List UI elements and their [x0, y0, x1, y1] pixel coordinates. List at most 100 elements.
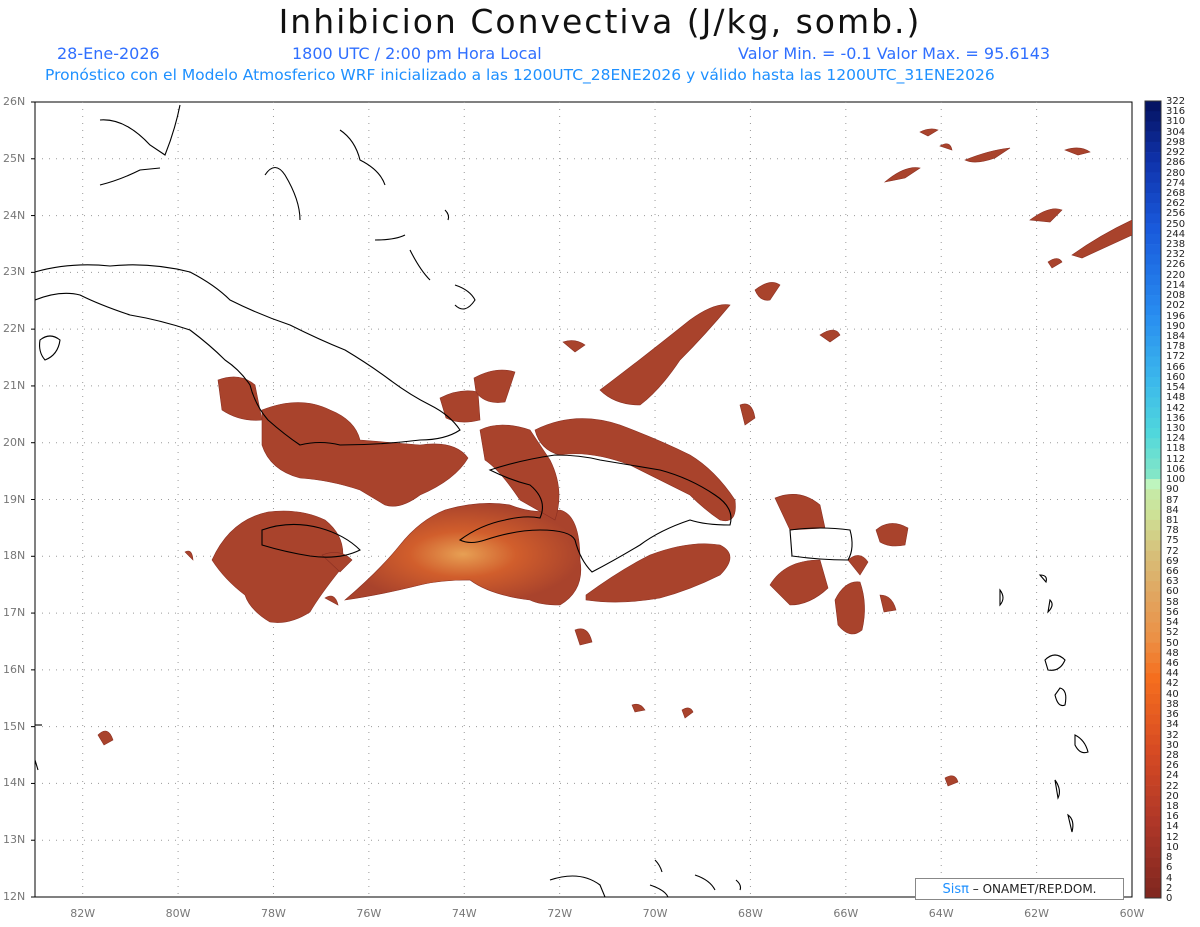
cin-shading — [97, 128, 1132, 787]
colorbar-segment — [1145, 448, 1161, 459]
credit-box: Sisπ – ONAMET/REP.DOM. — [915, 878, 1124, 900]
colorbar-segment — [1145, 867, 1161, 878]
credit-brand: Sisπ — [942, 882, 969, 897]
lat-label: 20N — [3, 435, 26, 449]
colorbar-segment — [1145, 775, 1161, 786]
forecast-map — [31, 100, 1162, 899]
colorbar-segment — [1145, 714, 1161, 725]
colorbar-segment — [1145, 683, 1161, 694]
colorbar-segment — [1145, 417, 1161, 429]
lon-label: 62W — [1024, 907, 1050, 920]
colorbar-segment — [1145, 806, 1161, 817]
lat-label: 24N — [3, 208, 26, 222]
colorbar-segment — [1145, 407, 1161, 419]
colorbar-label: 75 — [1166, 535, 1179, 547]
colorbar-segment — [1145, 203, 1161, 214]
colorbar-segment — [1145, 438, 1161, 449]
lon-label: 74W — [451, 907, 477, 920]
colorbar-segment — [1145, 550, 1161, 562]
lat-label: 23N — [3, 265, 26, 279]
lat-label: 21N — [3, 378, 26, 392]
colorbar-segment — [1145, 887, 1161, 899]
colorbar-label: 24 — [1166, 770, 1179, 782]
colorbar-segment — [1145, 131, 1161, 143]
colorbar-segment — [1145, 387, 1161, 398]
lon-label: 76W — [356, 907, 382, 920]
colorbar-segment — [1145, 315, 1161, 327]
colorbar-label: 6 — [1166, 862, 1173, 874]
colorbar-segment — [1145, 458, 1161, 470]
colorbar-segment — [1145, 703, 1161, 715]
lat-label: 25N — [3, 151, 26, 165]
colorbar-segment — [1145, 571, 1161, 582]
colorbar-label: 148 — [1166, 392, 1186, 404]
colorbar-segment — [1145, 622, 1161, 633]
credit-text: – ONAMET/REP.DOM. — [972, 882, 1097, 896]
colorbar-segment — [1145, 254, 1161, 265]
colorbar-segment — [1145, 152, 1161, 163]
lat-label: 14N — [3, 776, 26, 790]
colorbar-segment — [1145, 162, 1161, 173]
colorbar-segment — [1145, 846, 1161, 858]
colorbar-segment — [1145, 356, 1161, 367]
colorbar-segment — [1145, 795, 1161, 807]
colorbar-segment — [1145, 346, 1161, 357]
colorbar-segment — [1145, 754, 1161, 766]
lon-label: 68W — [737, 907, 763, 920]
colorbar-label: 286 — [1166, 157, 1186, 169]
colorbar-segment — [1145, 264, 1161, 276]
colorbar-segment — [1145, 673, 1161, 684]
colorbar-label: 118 — [1166, 443, 1186, 455]
colorbar-label: 90 — [1166, 484, 1179, 496]
colorbar-segment — [1145, 499, 1161, 511]
colorbar-segment — [1145, 836, 1161, 848]
colorbar-segment — [1145, 111, 1161, 122]
colorbar-segment — [1145, 601, 1161, 613]
colorbar-segment — [1145, 724, 1161, 735]
lon-label: 80W — [165, 907, 191, 920]
colorbar-segment — [1145, 213, 1161, 224]
lat-label: 17N — [3, 606, 26, 620]
lon-label: 66W — [833, 907, 859, 920]
lat-label: 15N — [3, 719, 26, 733]
colorbar-label: 172 — [1166, 351, 1186, 363]
lon-label: 72W — [547, 907, 573, 920]
colorbar-segment — [1145, 581, 1161, 592]
lat-lon-grid — [31, 101, 1132, 898]
colorbar-segment — [1145, 826, 1161, 837]
map-title: Inhibicion Convectiva (J/kg, somb.) — [278, 2, 922, 41]
colorbar-segment — [1145, 530, 1161, 541]
colorbar-label: 32 — [1166, 729, 1179, 741]
colorbar-segment — [1145, 693, 1161, 705]
colorbar-segment — [1145, 611, 1161, 623]
colorbar-segment — [1145, 295, 1161, 306]
coastlines — [35, 104, 1089, 897]
colorbar-segment — [1145, 662, 1161, 674]
colorbar-segment — [1145, 816, 1161, 827]
colorbar-segment — [1145, 172, 1161, 184]
colorbar-segment — [1145, 560, 1161, 572]
colorbar — [1144, 100, 1162, 899]
colorbar-segment — [1145, 141, 1161, 153]
colorbar-label: 202 — [1166, 300, 1186, 312]
colorbar-segment — [1145, 744, 1161, 756]
colorbar-label: 226 — [1166, 259, 1186, 271]
colorbar-segment — [1145, 305, 1161, 316]
lat-label: 22N — [3, 322, 26, 336]
colorbar-segment — [1145, 274, 1161, 286]
colorbar-segment — [1145, 785, 1161, 797]
lat-label: 26N — [3, 95, 26, 108]
lat-label: 16N — [3, 662, 26, 676]
model-info: Pronóstico con el Modelo Atmosferico WRF… — [45, 66, 995, 84]
colorbar-segment — [1145, 284, 1161, 296]
colorbar-segment — [1145, 397, 1161, 408]
lat-label: 13N — [3, 833, 26, 847]
lat-label: 12N — [3, 890, 26, 903]
colorbar-segment — [1145, 857, 1161, 868]
colorbar-segment — [1145, 877, 1161, 889]
colorbar-segment — [1145, 366, 1161, 378]
lat-label: 19N — [3, 492, 26, 506]
colorbar-segment — [1145, 325, 1161, 337]
colorbar-label: 0 — [1166, 893, 1173, 904]
colorbar-segment — [1145, 121, 1161, 132]
